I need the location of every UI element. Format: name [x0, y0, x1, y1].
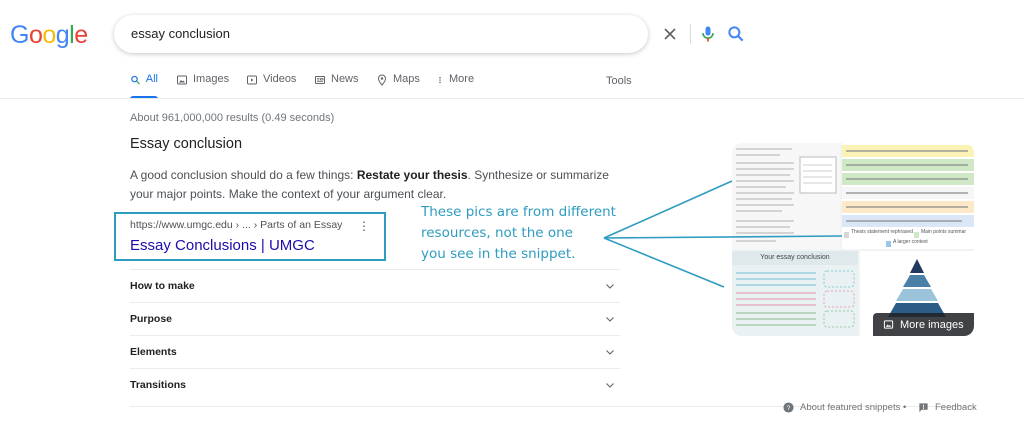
logo-letter: e [74, 21, 88, 49]
google-logo[interactable]: Google [10, 21, 88, 50]
tab-maps-label: Maps [393, 73, 420, 85]
accordion-label: How to make [130, 280, 195, 292]
legend-context: A larger context [893, 239, 928, 245]
diagram-lines-icon [736, 270, 855, 328]
about-snippets-link[interactable]: ? About featured snippets [783, 402, 900, 413]
close-icon[interactable] [660, 24, 680, 44]
tab-images[interactable]: Images [176, 73, 229, 99]
accordion-item[interactable]: Elements [130, 335, 620, 367]
microphone-icon[interactable] [698, 24, 718, 44]
tab-images-label: Images [193, 73, 230, 85]
header-divider [0, 98, 1024, 99]
search-input[interactable]: essay conclusion [131, 26, 230, 41]
image-icon [177, 75, 187, 85]
image-thumbnail[interactable]: Thesis statement rephrased Main points s… [842, 143, 974, 249]
feedback-label: Feedback [935, 402, 977, 413]
tab-videos-label: Videos [263, 73, 297, 85]
logo-letter: g [55, 21, 70, 49]
accordion-item[interactable]: How to make [130, 269, 620, 301]
annotation-line: These pics are from different [421, 204, 616, 220]
accordion-item[interactable]: Purpose [130, 302, 620, 334]
news-icon [315, 76, 325, 84]
more-images-label: More images [900, 318, 964, 331]
logo-letter: G [10, 21, 29, 49]
tab-more[interactable]: More [436, 73, 474, 99]
legend-thesis: Thesis statement rephrased [851, 229, 913, 235]
chevron-down-icon [606, 383, 614, 388]
snippet-title: Essay conclusion [130, 136, 243, 152]
search-box[interactable]: essay conclusion [114, 15, 744, 53]
result-menu-icon[interactable]: ⋮ [358, 219, 370, 233]
result-url[interactable]: https://www.umgc.edu › ... › Parts of an… [130, 219, 342, 231]
tools-button[interactable]: Tools [606, 75, 632, 87]
result-stats: About 961,000,000 results (0.49 seconds) [130, 112, 335, 124]
snippet-text-bold: Restate your thesis [356, 168, 468, 182]
document-thumbnail-icon [732, 143, 840, 249]
tab-more-label: More [449, 73, 475, 85]
annotation-line: resources, not the one [421, 225, 573, 241]
image-panel: Thesis statement rephrased Main points s… [732, 143, 974, 336]
image-thumbnail[interactable]: Your essay conclusion [732, 251, 858, 336]
more-images-button[interactable]: More images [873, 313, 974, 336]
chevron-down-icon [606, 317, 614, 322]
search-divider [690, 24, 691, 44]
tab-maps[interactable]: Maps [376, 73, 420, 99]
footer-separator: • [903, 402, 907, 413]
tab-all-label: All [145, 73, 158, 85]
help-icon: ? [783, 402, 794, 413]
snippet-text: A good conclusion should do a few things… [130, 166, 620, 204]
tab-videos[interactable]: Videos [246, 73, 296, 99]
map-pin-icon [377, 74, 387, 86]
image-icon [883, 320, 894, 329]
search-icon[interactable] [726, 24, 746, 44]
logo-letter: o [42, 21, 56, 49]
accordion-label: Elements [130, 346, 177, 358]
accordion-label: Purpose [130, 313, 173, 325]
logo-letter: o [28, 21, 43, 49]
svg-text:?: ? [787, 405, 791, 412]
snippet-text-start: A good conclusion should do a few things… [130, 168, 357, 182]
tab-all[interactable]: All [130, 73, 158, 99]
feedback-link[interactable]: Feedback [918, 402, 977, 413]
search-icon [131, 75, 140, 85]
image-thumbnail[interactable] [732, 143, 840, 249]
accordion-label: Transitions [130, 379, 187, 391]
chevron-down-icon [606, 284, 614, 289]
about-snippets-label: About featured snippets [800, 402, 901, 413]
feedback-icon [919, 403, 928, 413]
more-vert-icon [439, 76, 441, 84]
accordion-item[interactable]: Transitions [130, 368, 620, 400]
legend-main-points: Main points summar [921, 229, 967, 235]
annotation-note: These pics are from different resources,… [421, 202, 651, 265]
result-title-link[interactable]: Essay Conclusions | UMGC [130, 237, 315, 254]
annotation-line: you see in the snippet. [421, 246, 576, 262]
play-icon [247, 75, 257, 85]
tab-news[interactable]: News [314, 73, 359, 99]
chevron-down-icon [606, 350, 614, 355]
tab-news-label: News [331, 73, 359, 85]
